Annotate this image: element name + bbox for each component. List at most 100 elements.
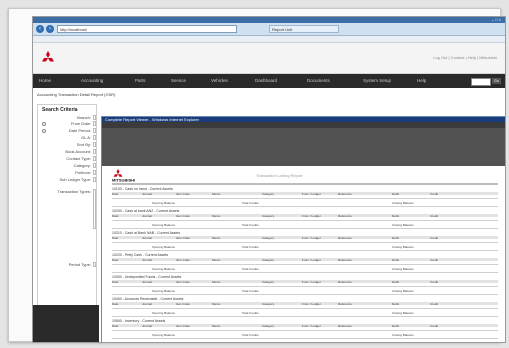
column-header: From / Ledger <box>302 280 321 284</box>
total-label: Total Credits <box>242 267 259 271</box>
field-input[interactable] <box>93 128 96 133</box>
section-title: 10300 - Undeposited Funds - Current Asse… <box>112 275 182 279</box>
column-header: Journal <box>142 258 152 262</box>
column-header: From / Ledger <box>302 324 321 328</box>
column-header: Date <box>112 258 119 262</box>
column-header: Credit <box>430 280 439 284</box>
address-bar: ‹ › http://localhost/ Report Unit <box>33 23 505 36</box>
row-line <box>112 308 498 309</box>
field-input[interactable] <box>93 156 96 161</box>
opening-balance-label: Opening Balance <box>152 201 176 205</box>
column-header: Memo <box>212 258 221 262</box>
transaction-types-list[interactable] <box>93 189 96 229</box>
field-input[interactable] <box>93 163 96 168</box>
column-header: Memo <box>212 302 221 306</box>
footer-block <box>33 305 99 342</box>
row-line <box>112 316 498 317</box>
column-header: Debit <box>392 192 400 196</box>
report-toolbar-area <box>102 122 505 166</box>
section-title: 10100 - Cash on hand - Current Assets <box>112 187 173 191</box>
report-section: 10200 - Cash at bank ANZ - Current Asset… <box>112 209 498 230</box>
column-header: Category <box>262 214 275 218</box>
column-header: Debit <box>392 258 400 262</box>
section-title: 10500 - Inventory - Current Assets <box>112 319 166 323</box>
menu-item[interactable]: System Setup <box>363 74 391 88</box>
report-section: 10500 - Inventory - Current Assets Date Jo… <box>112 319 498 340</box>
menu-item[interactable]: Service <box>171 74 186 88</box>
report-page: MITSUBISHI Transaction Listing Report 10… <box>106 169 502 342</box>
opening-balance-label: Opening Balance <box>152 267 176 271</box>
opening-balance-label: Opening Balance <box>152 311 176 315</box>
field-input[interactable] <box>93 115 96 120</box>
field-input[interactable] <box>93 170 96 175</box>
column-header: Category <box>262 280 275 284</box>
closing-balance-label: Closing Balance <box>392 267 414 271</box>
section-title: 10400 - Accounts Receivable - Current As… <box>112 297 184 301</box>
column-header: Reference <box>338 192 352 196</box>
menu-item[interactable]: Vehicles <box>211 74 228 88</box>
closing-balance-label: Closing Balance <box>392 245 414 249</box>
column-header: Debit <box>392 214 400 218</box>
column-header: Credit <box>430 302 439 306</box>
column-header: Reference <box>338 280 352 284</box>
row-line <box>112 228 498 229</box>
menu-item[interactable]: Dashboard <box>255 74 277 88</box>
go-button[interactable]: Go <box>492 78 501 84</box>
search-input[interactable] <box>471 78 491 86</box>
total-label: Total Credits <box>242 201 259 205</box>
total-label: Total Credits <box>242 245 259 249</box>
panel-title: Search Criteria <box>42 107 78 113</box>
field-input[interactable] <box>93 262 96 267</box>
row-line <box>112 294 498 295</box>
menu-item[interactable]: Accounting <box>81 74 103 88</box>
column-header: Credit <box>430 324 439 328</box>
row-line <box>112 198 498 199</box>
menu-item[interactable]: Documents <box>307 74 330 88</box>
column-header: Item Code <box>176 324 190 328</box>
menu-item[interactable]: Parts <box>135 74 146 88</box>
column-header: Journal <box>142 192 152 196</box>
browser-tab[interactable]: Report Unit <box>269 25 339 33</box>
report-title: Transaction Listing Report <box>256 173 303 178</box>
column-header: Date <box>112 302 119 306</box>
field-label: Date Period: <box>68 128 91 133</box>
field-label: From Date: <box>70 121 91 126</box>
back-icon[interactable]: ‹ <box>36 25 44 33</box>
app-header: Log Out | Contact | Help | Mitsubishi <box>33 43 505 74</box>
column-header: From / Ledger <box>302 236 321 240</box>
forward-icon[interactable]: › <box>46 25 54 33</box>
mitsubishi-logo-icon <box>42 51 54 62</box>
field-input[interactable] <box>93 135 96 140</box>
column-header: Reference <box>338 324 352 328</box>
closing-balance-label: Closing Balance <box>392 201 414 205</box>
column-header: Credit <box>430 258 439 262</box>
closing-balance-label: Closing Balance <box>392 223 414 227</box>
row-line <box>112 272 498 273</box>
column-header: Journal <box>142 236 152 240</box>
field-input[interactable] <box>93 149 96 154</box>
favorites-bar <box>33 36 505 43</box>
field-label: Book Account: <box>65 149 91 154</box>
column-header: From / Ledger <box>302 302 321 306</box>
url-input[interactable]: http://localhost/ <box>57 25 237 33</box>
field-input[interactable] <box>93 177 96 182</box>
column-header: From / Ledger <box>302 214 321 218</box>
report-viewer-window: Complete Report Viewer - Windows Interne… <box>101 116 505 342</box>
column-header: Memo <box>212 324 221 328</box>
menu-item[interactable]: Home <box>39 74 51 88</box>
report-section: 10210 - Cash at Bank NAB - Current Asset… <box>112 231 498 252</box>
column-header: Item Code <box>176 214 190 218</box>
menu-item[interactable]: Help <box>417 74 426 88</box>
column-header: Item Code <box>176 236 190 240</box>
report-toolbar[interactable] <box>102 122 505 128</box>
field-label: Category: <box>73 163 91 168</box>
column-header: Memo <box>212 214 221 218</box>
row-line <box>112 206 498 207</box>
report-brand: MITSUBISHI <box>112 178 135 183</box>
user-links[interactable]: Log Out | Contact | Help | Mitsubishi <box>433 55 497 60</box>
column-header: Memo <box>212 192 221 196</box>
field-input[interactable] <box>93 142 96 147</box>
field-input[interactable] <box>93 121 96 126</box>
total-label: Total Credits <box>242 311 259 315</box>
column-header: Item Code <box>176 302 190 306</box>
